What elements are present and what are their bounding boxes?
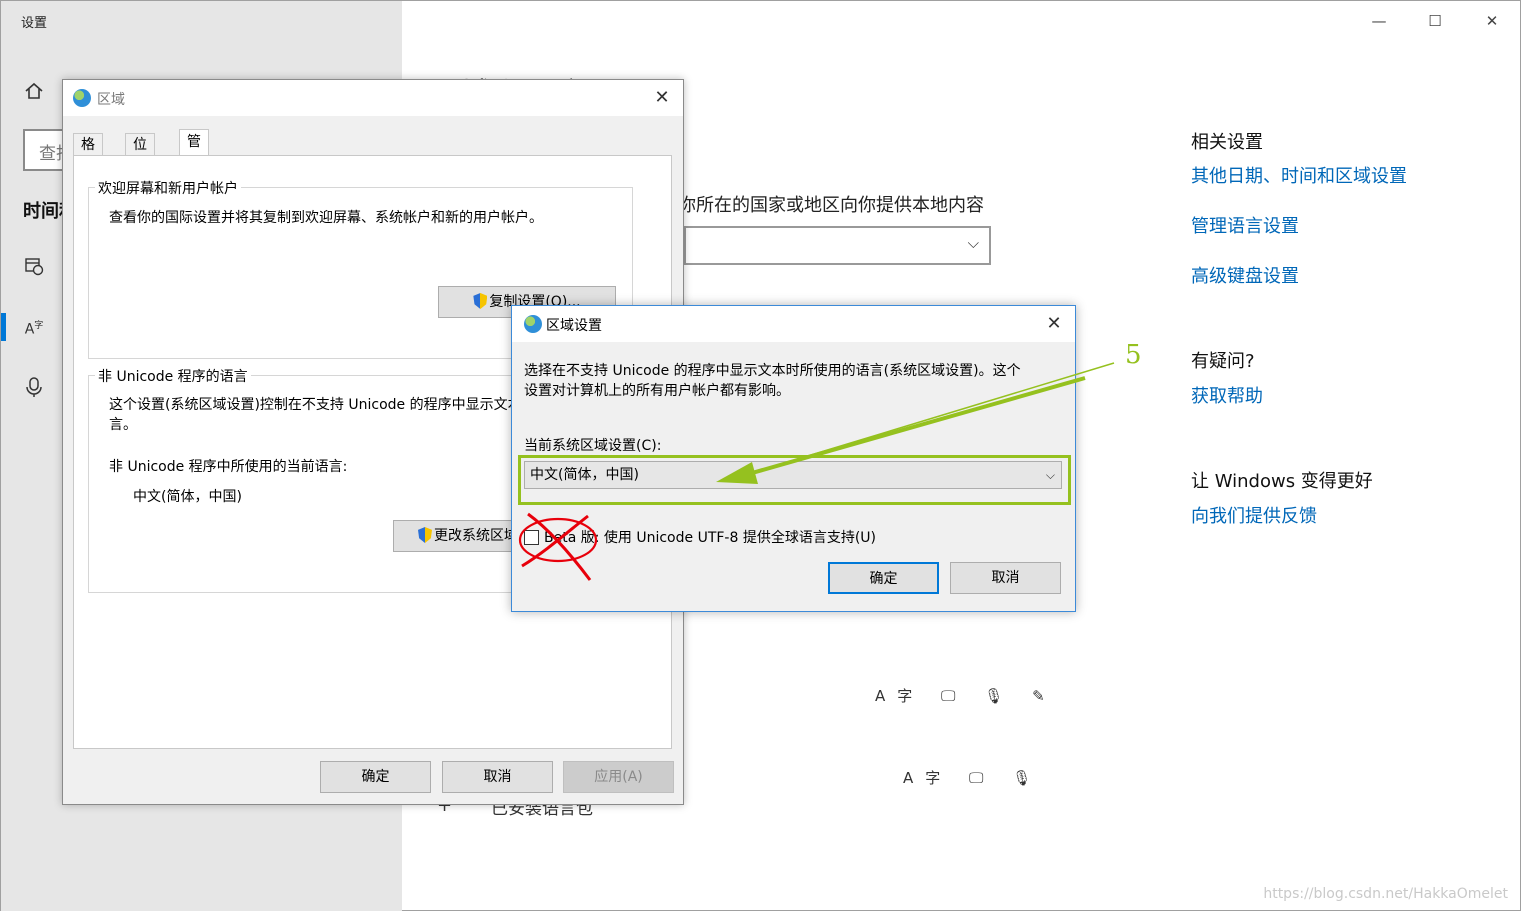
microphone-icon[interactable] bbox=[23, 376, 45, 398]
current-language-label: 非 Unicode 程序中所使用的当前语言: bbox=[109, 459, 348, 475]
locale-dialog-title: 区域设置 bbox=[546, 318, 602, 334]
beta-utf8-checkbox[interactable] bbox=[524, 530, 539, 545]
home-icon[interactable] bbox=[23, 81, 45, 103]
globe-icon bbox=[73, 89, 91, 107]
advanced-keyboard-link[interactable]: 高级键盘设置 bbox=[1191, 262, 1299, 288]
help-heading: 有疑问? bbox=[1191, 351, 1255, 372]
locale-ok-button[interactable]: 确定 bbox=[828, 562, 939, 594]
close-button[interactable]: ✕ bbox=[1477, 7, 1507, 35]
sidebar-selected-indicator bbox=[1, 313, 6, 341]
minimize-button[interactable]: — bbox=[1364, 7, 1394, 35]
region-ok-button[interactable]: 确定 bbox=[320, 761, 431, 793]
region-apply-button[interactable]: 应用(A) bbox=[563, 761, 674, 793]
manage-language-link[interactable]: 管理语言设置 bbox=[1191, 212, 1299, 238]
locale-description-line2: 设置对计算机上的所有用户帐户都有影响。 bbox=[524, 383, 790, 399]
uac-shield-icon bbox=[473, 293, 488, 309]
get-help-link[interactable]: 获取帮助 bbox=[1191, 382, 1263, 408]
app-title: 设置 bbox=[21, 16, 48, 31]
non-unicode-group-label: 非 Unicode 程序的语言 bbox=[95, 366, 251, 386]
region-cancel-button[interactable]: 取消 bbox=[442, 761, 553, 793]
tab-location[interactable]: 位置 bbox=[125, 133, 155, 175]
feedback-heading: 让 Windows 变得更好 bbox=[1191, 471, 1373, 492]
other-datetime-region-link[interactable]: 其他日期、时间和区域设置 bbox=[1191, 162, 1407, 188]
related-settings-heading: 相关设置 bbox=[1191, 132, 1263, 153]
current-locale-label: 当前系统区域设置(C): bbox=[524, 438, 662, 454]
annotation-step-number: 5 bbox=[1125, 340, 1142, 370]
locale-dialog-close-button[interactable]: ✕ bbox=[1042, 312, 1066, 336]
locale-description-line1: 选择在不支持 Unicode 的程序中显示文本时所使用的语言(系统区域设置)。这… bbox=[524, 363, 1021, 379]
welcome-group-label: 欢迎屏幕和新用户帐户 bbox=[95, 178, 241, 198]
feedback-link[interactable]: 向我们提供反馈 bbox=[1191, 502, 1317, 528]
locale-settings-dialog: 区域设置 ✕ 选择在不支持 Unicode 的程序中显示文本时所使用的语言(系统… bbox=[511, 305, 1076, 612]
tab-formats[interactable]: 格式 bbox=[73, 133, 103, 175]
locale-dialog-titlebar[interactable]: 区域设置 ✕ bbox=[512, 306, 1075, 342]
highlight-box bbox=[518, 455, 1071, 505]
uac-shield-icon bbox=[418, 527, 432, 543]
language-feature-icons-2: A字 🖵 🎙 bbox=[903, 769, 1044, 787]
region-dialog-close-button[interactable]: ✕ bbox=[650, 86, 674, 110]
maximize-button[interactable]: ☐ bbox=[1420, 7, 1450, 35]
chevron-down-icon: ⌵ bbox=[967, 234, 979, 252]
beta-utf8-label[interactable]: Beta 版: 使用 Unicode UTF-8 提供全球语言支持(U) bbox=[544, 527, 876, 547]
country-dropdown[interactable]: ⌵ bbox=[684, 226, 991, 265]
current-language-value: 中文(简体，中国) bbox=[133, 489, 242, 505]
language-feature-icons-1: A字 🖵 🎙 ✎ bbox=[875, 687, 1057, 705]
locale-cancel-button[interactable]: 取消 bbox=[950, 562, 1061, 594]
calendar-clock-icon[interactable] bbox=[23, 256, 45, 278]
welcome-description: 查看你的国际设置并将其复制到欢迎屏幕、系统帐户和新的用户帐户。 bbox=[109, 210, 543, 226]
region-dialog-titlebar[interactable]: 区域 ✕ bbox=[63, 80, 683, 116]
region-dialog-title: 区域 bbox=[97, 92, 125, 108]
language-icon[interactable]: A字 bbox=[23, 315, 45, 338]
globe-icon bbox=[524, 315, 542, 333]
country-label: Windows 可能会根据你所在的国家或地区向你提供本地内容 bbox=[684, 195, 984, 216]
tab-administrative[interactable]: 管理 bbox=[179, 129, 209, 174]
watermark: https://blog.csdn.net/HakkaOmelet bbox=[1263, 886, 1508, 902]
